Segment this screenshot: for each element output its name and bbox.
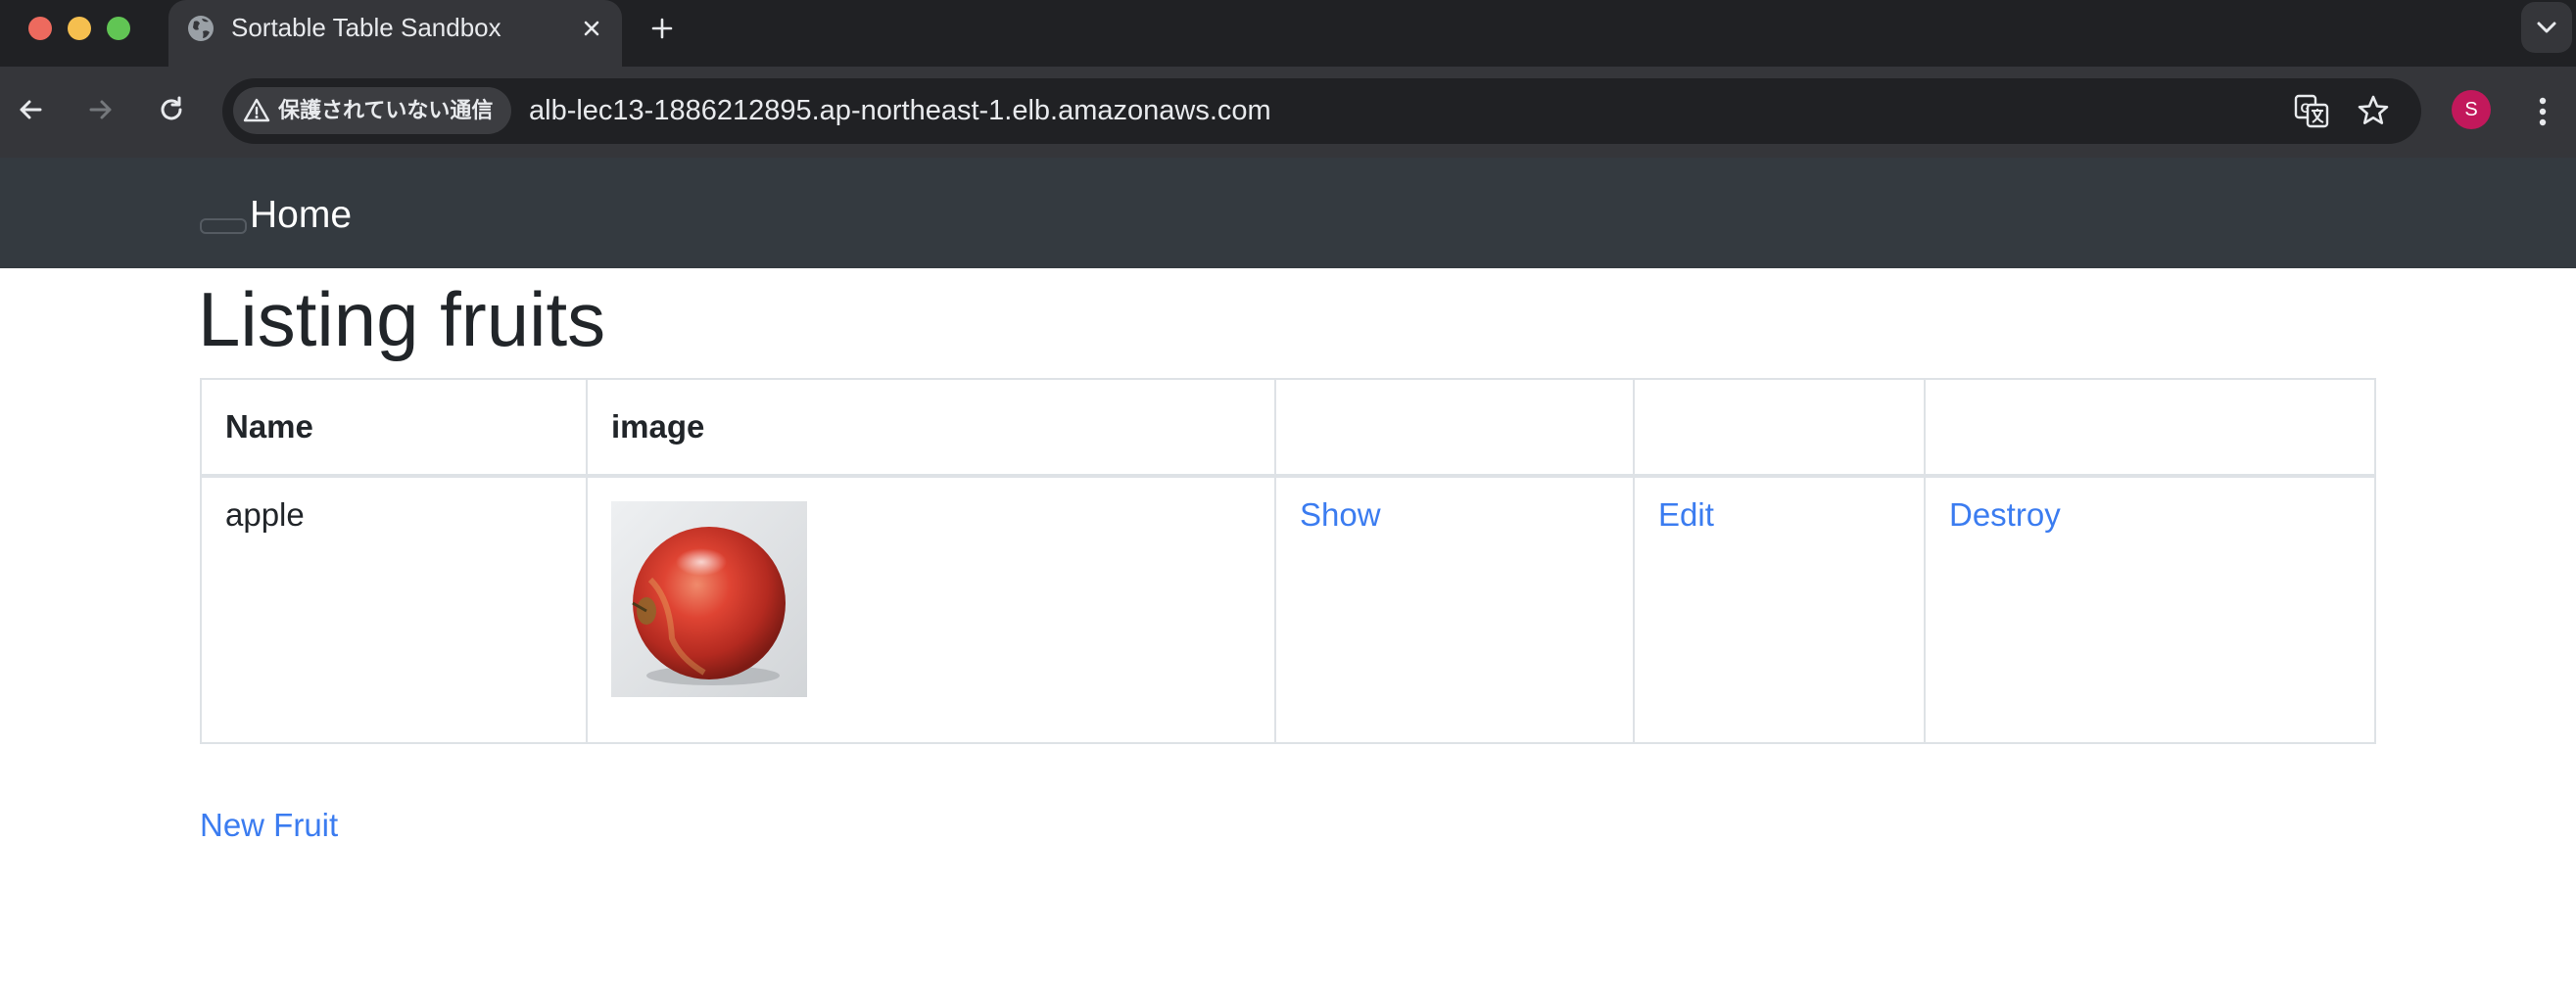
fruit-name-cell: apple — [200, 475, 588, 744]
edit-link[interactable]: Edit — [1658, 496, 1714, 533]
column-header-show — [1274, 378, 1635, 478]
browser-tab[interactable]: Sortable Table Sandbox — [168, 0, 622, 67]
show-link[interactable]: Show — [1300, 496, 1381, 533]
column-header-edit — [1633, 378, 1926, 478]
translate-icon[interactable]: G — [2293, 92, 2330, 129]
tab-title: Sortable Table Sandbox — [231, 13, 501, 42]
avatar[interactable]: S — [2452, 90, 2491, 129]
fruit-image-cell — [586, 475, 1276, 744]
page-title: Listing fruits — [198, 276, 606, 362]
reload-icon[interactable] — [154, 92, 189, 127]
column-header-image: image — [586, 378, 1276, 478]
destroy-cell: Destroy — [1924, 475, 2376, 744]
navbar — [0, 158, 2576, 268]
plus-icon[interactable] — [645, 12, 679, 45]
table-header-row: Name image — [200, 378, 2376, 478]
forward-icon[interactable] — [83, 92, 119, 127]
new-fruit-link[interactable]: New Fruit — [200, 806, 338, 845]
tab-search-button[interactable] — [2521, 2, 2572, 53]
url-text[interactable]: alb-lec13-1886212895.ap-northeast-1.elb.… — [529, 94, 1271, 127]
chevron-down-icon — [2537, 22, 2556, 33]
column-header-destroy — [1924, 378, 2376, 478]
globe-icon — [188, 16, 214, 41]
kebab-menu-icon[interactable] — [2525, 92, 2560, 131]
star-icon[interactable] — [2355, 92, 2392, 129]
navbar-toggler[interactable] — [200, 218, 247, 234]
warning-icon — [243, 98, 270, 122]
column-header-name: Name — [200, 378, 588, 478]
apple-image — [611, 501, 807, 697]
minimize-window-button[interactable] — [68, 17, 91, 40]
security-label: 保護されていない通信 — [278, 98, 494, 122]
home-link[interactable]: Home — [250, 192, 352, 239]
fruits-table: Name image apple Show Edit Destroy — [200, 378, 2376, 744]
destroy-link[interactable]: Destroy — [1949, 496, 2061, 533]
close-icon[interactable] — [576, 13, 607, 44]
table-row: apple Show Edit Destroy — [200, 475, 2376, 744]
back-icon[interactable] — [13, 92, 48, 127]
show-cell: Show — [1274, 475, 1635, 744]
close-window-button[interactable] — [28, 17, 52, 40]
zoom-window-button[interactable] — [107, 17, 130, 40]
edit-cell: Edit — [1633, 475, 1926, 744]
